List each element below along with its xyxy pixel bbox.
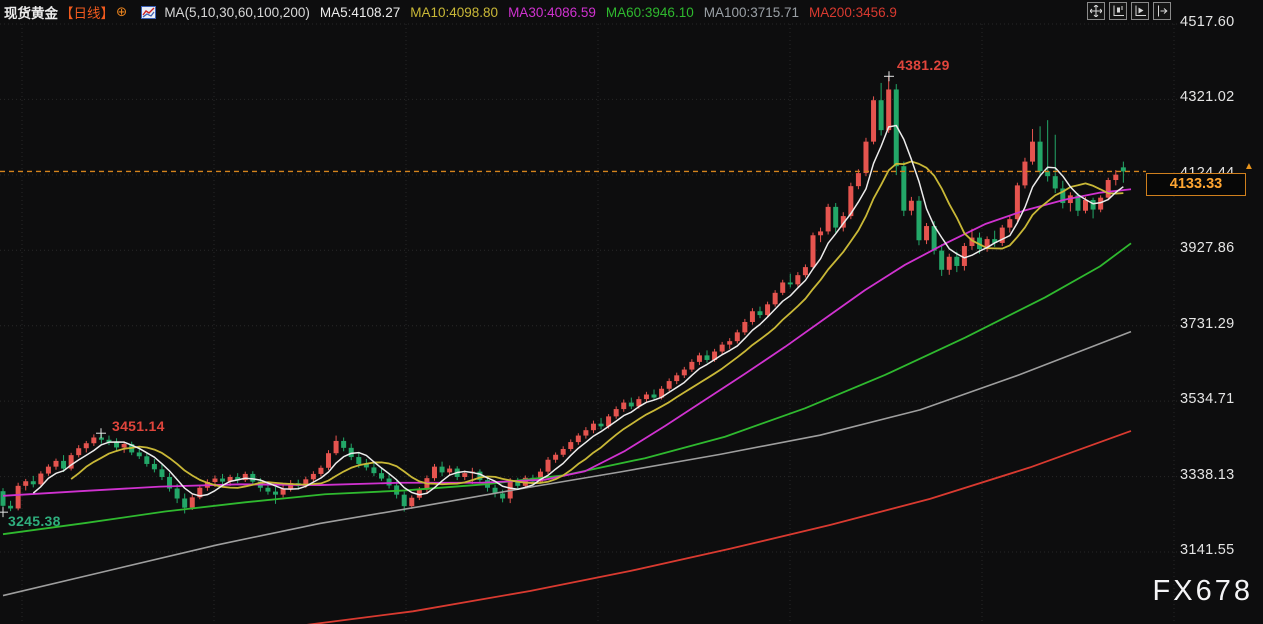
axis-label-4321: 4321.02	[1180, 89, 1255, 105]
pan-move-icon[interactable]	[1087, 2, 1105, 20]
ma200-value: MA200:3456.9	[809, 5, 897, 20]
chart-toolbar	[1083, 2, 1171, 20]
axis-label-3731: 3731.29	[1180, 316, 1255, 332]
ma100-value: MA100:3715.71	[704, 5, 799, 20]
annotation-high-4381: 4381.29	[897, 57, 950, 73]
candlestick-chart[interactable]	[0, 0, 1263, 624]
ma30-value: MA30:4086.59	[508, 5, 596, 20]
go-to-latest-icon[interactable]	[1153, 2, 1171, 20]
ma5-value: MA5:4108.27	[320, 5, 400, 20]
axis-label-3141: 3141.55	[1180, 542, 1255, 558]
ma-settings-label: MA(5,10,30,60,100,200)	[164, 5, 310, 20]
add-indicator-icon[interactable]: ⊕	[116, 4, 127, 20]
watermark: FX678	[1153, 575, 1253, 608]
scale-axis-left-icon[interactable]	[1109, 2, 1127, 20]
symbol-name: 现货黄金	[4, 2, 58, 22]
ma60-value: MA60:3946.10	[606, 5, 694, 20]
ma10-value: MA10:4098.80	[410, 5, 498, 20]
axis-label-3338: 3338.13	[1180, 467, 1255, 483]
scale-axis-play-icon[interactable]	[1131, 2, 1149, 20]
current-price-tag: 4133.33	[1146, 173, 1246, 196]
axis-label-3927: 3927.86	[1180, 240, 1255, 256]
chart-type-icon[interactable]	[141, 6, 156, 19]
chart-window: 现货黄金 【日线】 ⊕ MA(5,10,30,60,100,200) MA5:4…	[0, 0, 1263, 624]
period-label: 【日线】	[60, 2, 114, 22]
annotation-low-3245: 3245.38	[8, 513, 61, 529]
annotation-high-3451: 3451.14	[112, 418, 165, 434]
chart-header: 现货黄金 【日线】 ⊕ MA(5,10,30,60,100,200) MA5:4…	[4, 2, 907, 22]
axis-label-3534: 3534.71	[1180, 391, 1255, 407]
axis-label-4517: 4517.60	[1180, 14, 1255, 30]
price-up-arrow-icon: ▲	[1244, 161, 1254, 172]
